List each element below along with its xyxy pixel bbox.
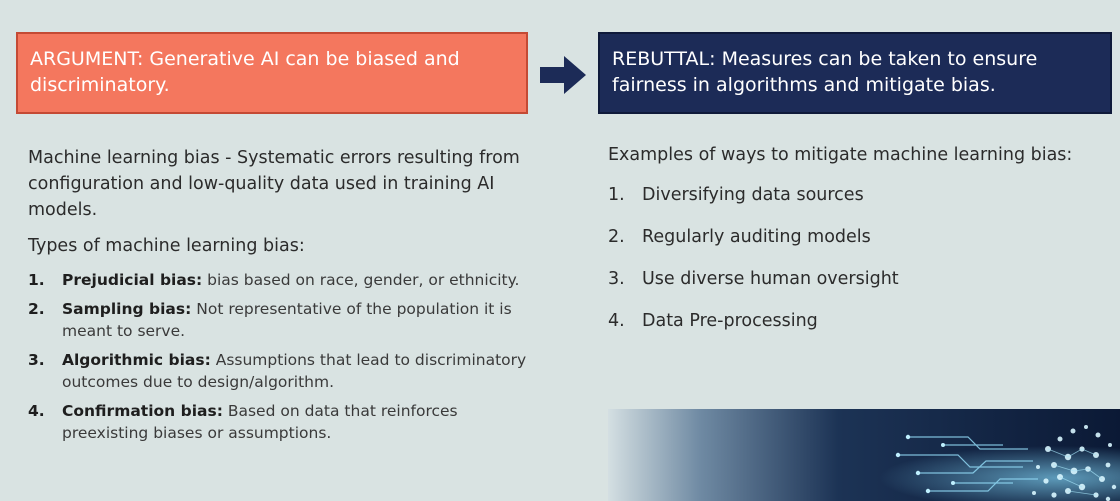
rebuttal-box: REBUTTAL: Measures can be taken to ensur…: [598, 32, 1112, 114]
argument-box: ARGUMENT: Generative AI can be biased an…: [16, 32, 528, 114]
mitigation-section: Examples of ways to mitigate machine lea…: [608, 142, 1108, 350]
list-number: 3.: [608, 269, 625, 289]
list-item-text: Regularly auditing models: [642, 227, 871, 247]
bias-term: Algorithmic bias:: [62, 351, 211, 369]
list-item-text: Algorithmic bias: Assumptions that lead …: [62, 349, 537, 393]
list-item: 4. Data Pre-processing: [608, 308, 1108, 334]
list-item-text: Use diverse human oversight: [642, 269, 899, 289]
bias-description: bias based on race, gender, or ethnicity…: [202, 271, 520, 289]
bias-section: Machine learning bias - Systematic error…: [28, 145, 568, 451]
mitigation-list: 1. Diversifying data sources 2. Regularl…: [608, 182, 1108, 334]
bias-term: Sampling bias:: [62, 300, 192, 318]
circuit-brain-image: [608, 409, 1120, 501]
list-number: 1.: [28, 271, 45, 289]
rebuttal-text: REBUTTAL: Measures can be taken to ensur…: [612, 48, 1038, 96]
argument-text: ARGUMENT: Generative AI can be biased an…: [30, 48, 460, 96]
list-number: 4.: [608, 311, 625, 331]
list-item: 2. Sampling bias: Not representative of …: [28, 298, 568, 342]
list-item-text: Prejudicial bias: bias based on race, ge…: [62, 269, 537, 291]
list-item: 2. Regularly auditing models: [608, 224, 1108, 250]
list-number: 2.: [608, 227, 625, 247]
bias-term: Confirmation bias:: [62, 402, 223, 420]
list-item: 4. Confirmation bias: Based on data that…: [28, 400, 568, 444]
slide: ARGUMENT: Generative AI can be biased an…: [0, 0, 1120, 501]
list-item-text: Diversifying data sources: [642, 185, 864, 205]
list-number: 1.: [608, 185, 625, 205]
bias-types-heading: Types of machine learning bias:: [28, 236, 305, 256]
list-number: 4.: [28, 402, 45, 420]
list-item: 1. Prejudicial bias: bias based on race,…: [28, 269, 568, 291]
list-item-text: Sampling bias: Not representative of the…: [62, 298, 537, 342]
list-item-text: Confirmation bias: Based on data that re…: [62, 400, 537, 444]
right-arrow-icon: [540, 56, 586, 94]
list-item: 1. Diversifying data sources: [608, 182, 1108, 208]
list-item-text: Data Pre-processing: [642, 311, 818, 331]
list-item: 3. Algorithmic bias: Assumptions that le…: [28, 349, 568, 393]
bias-term: Prejudicial bias:: [62, 271, 203, 289]
bias-definition: Machine learning bias - Systematic error…: [28, 148, 520, 220]
bias-list: 1. Prejudicial bias: bias based on race,…: [28, 269, 568, 444]
mitigation-intro: Examples of ways to mitigate machine lea…: [608, 145, 1073, 165]
list-item: 3. Use diverse human oversight: [608, 266, 1108, 292]
list-number: 3.: [28, 351, 45, 369]
list-number: 2.: [28, 300, 45, 318]
